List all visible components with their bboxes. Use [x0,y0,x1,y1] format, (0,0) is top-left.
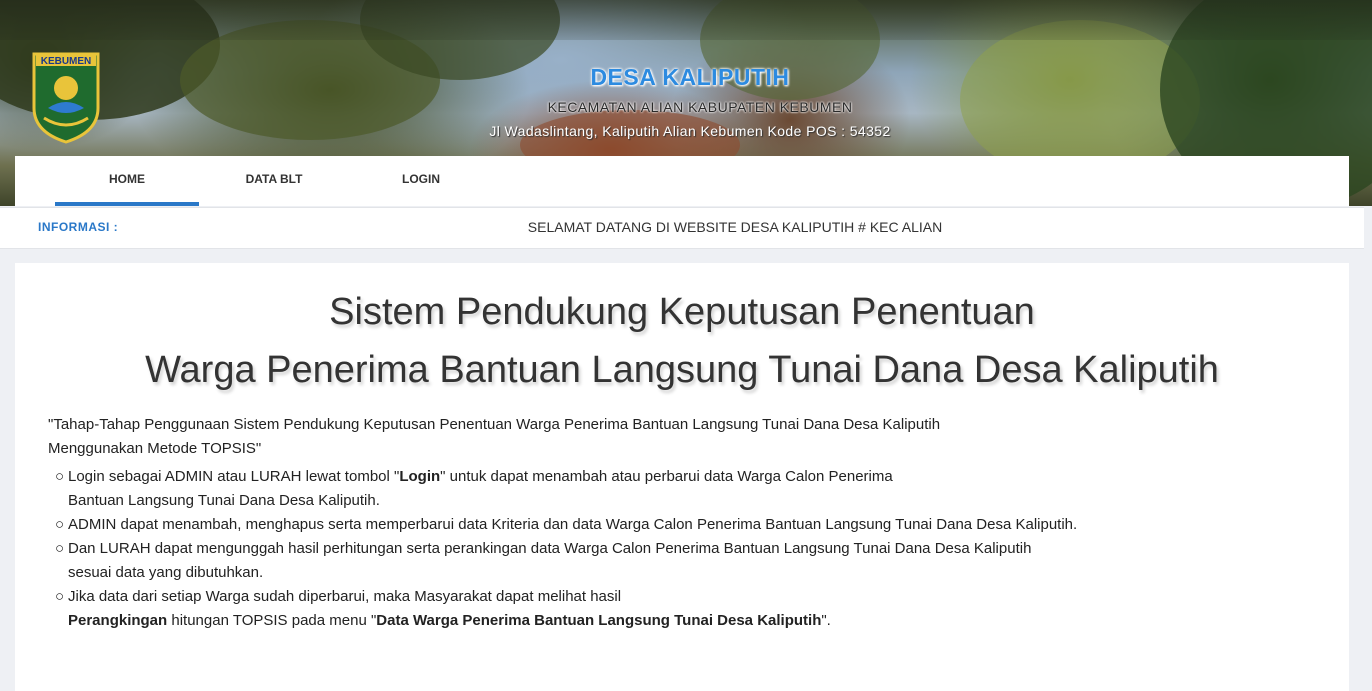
step-2-text: ADMIN dapat menambah, menghapus serta me… [68,516,1078,533]
page-title: Sistem Pendukung Keputusan Penentuan War… [15,283,1349,399]
site-subtitle: KECAMATAN ALIAN KABUPATEN KEBUMEN [547,99,853,115]
circle-bullet-icon: ○ [55,516,65,533]
nav-item-data-blt[interactable]: DATA BLT [215,156,333,206]
kebumen-logo: KEBUMEN [32,52,100,144]
logo-text: KEBUMEN [41,56,92,67]
main-content: Sistem Pendukung Keputusan Penentuan War… [15,263,1349,691]
nav-item-login[interactable]: LOGIN [365,156,477,206]
step-1-line-2: Bantuan Langsung Tunai Dana Desa Kaliput… [68,492,380,509]
steps-list: ○ Login sebagai ADMIN atau LURAH lewat t… [48,465,1148,633]
step-4-line-2: Perangkingan hitungan TOPSIS pada menu "… [68,609,1148,633]
step-3-line-2: sesuai data yang dibutuhkan. [68,564,264,581]
list-item: ○ Jika data dari setiap Warga sudah dipe… [48,585,1148,633]
info-label: INFORMASI : [38,220,119,234]
site-address: Jl Wadaslintang, Kaliputih Alian Kebumen… [489,123,891,139]
nav-item-home[interactable]: HOME [55,156,199,206]
info-bar: INFORMASI : SELAMAT DATANG DI WEBSITE DE… [0,207,1364,249]
banner-top-shade [0,0,1372,40]
circle-bullet-icon: ○ [55,468,65,485]
circle-bullet-icon: ○ [55,540,65,557]
intro-line-1: "Tahap-Tahap Penggunaan Sistem Pendukung… [48,416,941,433]
intro-line-2: Menggunakan Metode TOPSIS" [48,440,262,457]
step-4-text: Jika data dari setiap Warga sudah diperb… [68,588,622,605]
circle-bullet-icon: ○ [55,588,65,605]
list-item: ○ Dan LURAH dapat mengunggah hasil perhi… [48,537,1148,585]
step-1-post: " untuk dapat menambah atau perbarui dat… [440,468,893,485]
site-title: DESA KALIPUTIH [590,64,790,90]
step-4-mid: hitungan TOPSIS pada menu " [167,612,377,629]
step-4-end: ". [821,612,831,629]
page-title-line-1: Sistem Pendukung Keputusan Penentuan [329,291,1035,333]
list-item: ○ Login sebagai ADMIN atau LURAH lewat t… [48,465,1148,513]
step-1-pre: Login sebagai ADMIN atau LURAH lewat tom… [68,468,400,485]
list-item: ○ ADMIN dapat menambah, menghapus serta … [48,513,1148,537]
step-1-login-bold: Login [399,468,441,485]
step-4-bold-menu: Data Warga Penerima Bantuan Langsung Tun… [376,612,822,629]
page-title-line-2: Warga Penerima Bantuan Langsung Tunai Da… [145,349,1219,391]
usage-steps-text: "Tahap-Tahap Penggunaan Sistem Pendukung… [48,413,1148,633]
main-navbar: HOME DATA BLT LOGIN [15,156,1349,206]
step-3-text: Dan LURAH dapat mengunggah hasil perhitu… [68,540,1032,557]
info-marquee: SELAMAT DATANG DI WEBSITE DESA KALIPUTIH… [527,219,943,235]
step-4-bold-perangkingan: Perangkingan [68,612,168,629]
